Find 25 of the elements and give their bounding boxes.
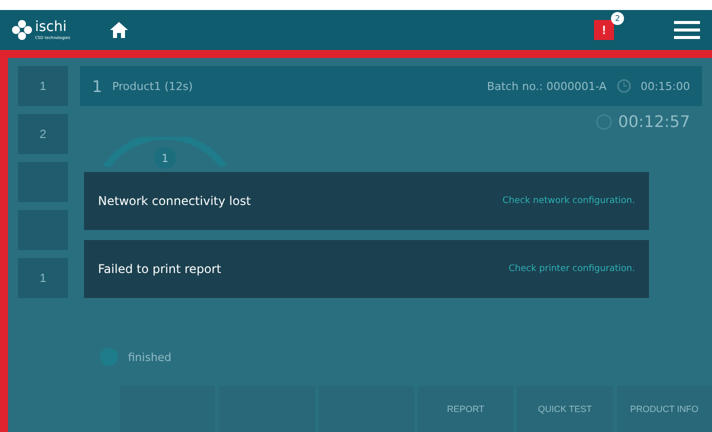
alert-button[interactable]: ! (594, 20, 614, 40)
logo-text: ischi (35, 20, 68, 34)
side-tab[interactable]: 1 (18, 66, 68, 106)
home-icon[interactable] (110, 22, 128, 38)
notification-message: Network connectivity lost (98, 194, 251, 208)
countdown-timer: 00:12:57 (618, 112, 690, 131)
product-time: 00:15:00 (640, 80, 690, 92)
product-name: Product1 (12s) (112, 80, 193, 92)
notification-link[interactable]: Check printer configuration. (508, 264, 635, 274)
logo-icon (12, 20, 32, 40)
product-number: 1 (92, 76, 102, 96)
gauge-number: 1 (154, 147, 176, 169)
notification-link[interactable]: Check network configuration. (502, 196, 635, 206)
toolbar-button[interactable]: REPORT (418, 386, 514, 432)
status-text: finished (128, 350, 172, 364)
clock-icon (616, 79, 631, 93)
notification-badge: 2 (611, 12, 624, 25)
menu-button[interactable] (674, 21, 700, 39)
batch-number: Batch no.: 0000001-A (487, 80, 607, 92)
side-tab[interactable]: 2 (18, 114, 68, 154)
side-tab[interactable]: 1 (18, 258, 68, 298)
menu-icon (674, 21, 700, 39)
notification-message: Failed to print report (98, 262, 222, 276)
toolbar-button[interactable]: PRODUCT INFO (616, 386, 712, 432)
toolbar-button[interactable]: QUICK TEST (517, 386, 613, 432)
